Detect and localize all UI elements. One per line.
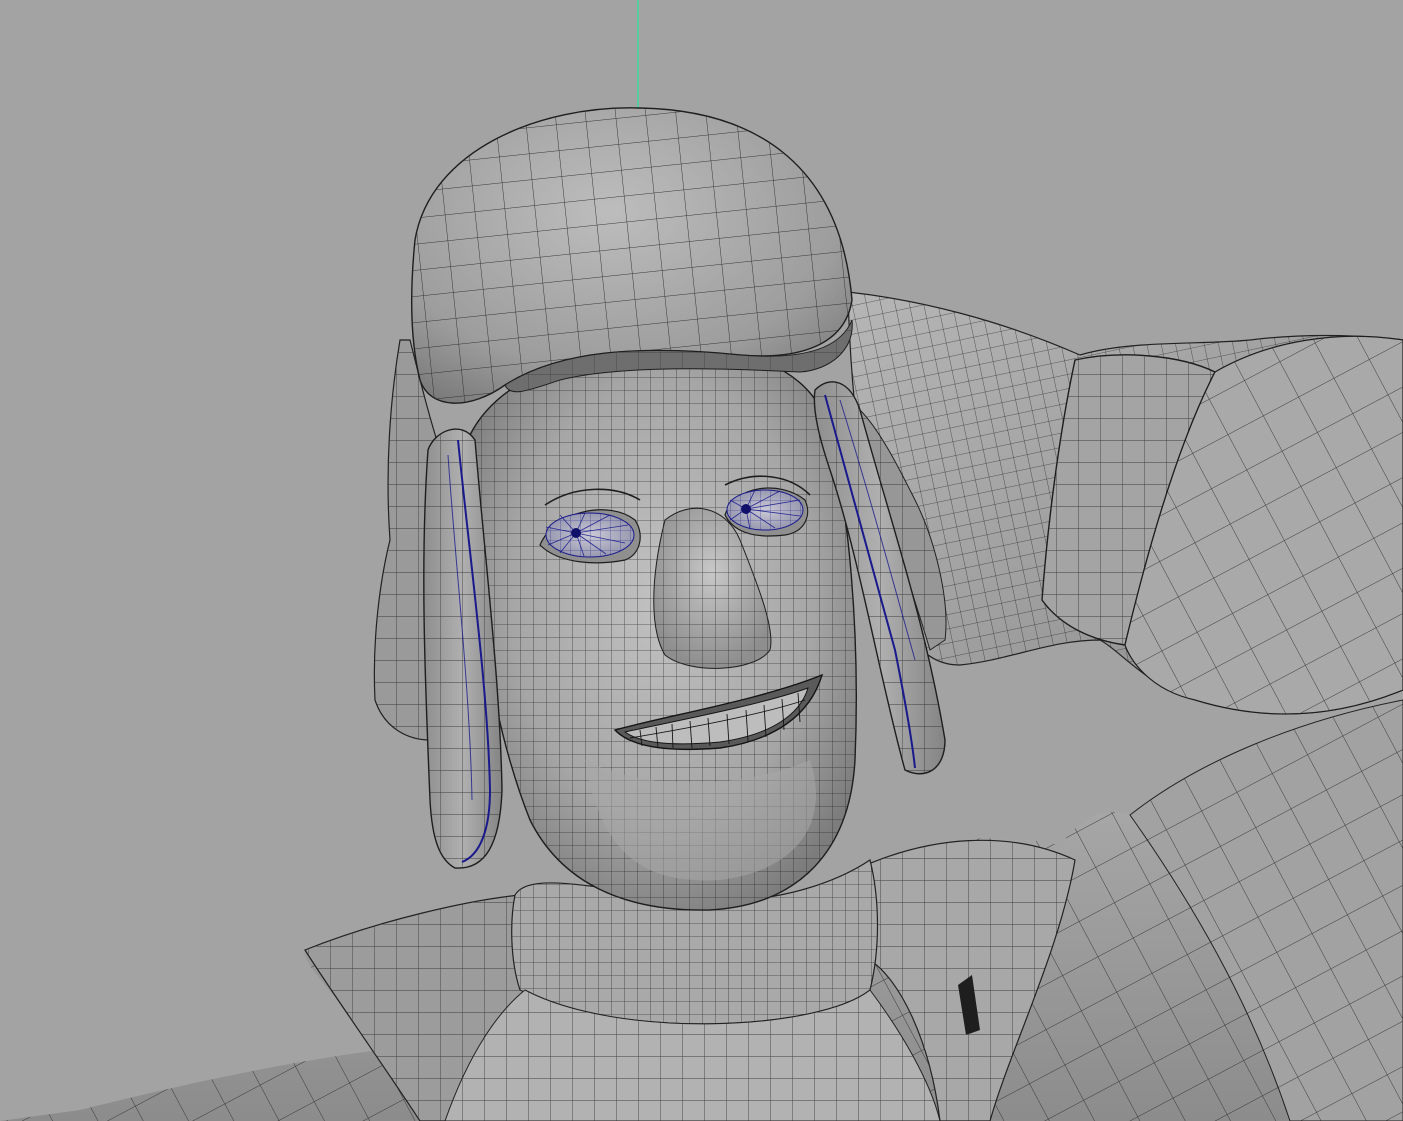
scene-canvas[interactable] bbox=[0, 0, 1403, 1121]
eye-left[interactable] bbox=[545, 512, 635, 558]
pupil-right bbox=[741, 504, 751, 514]
eye-right[interactable] bbox=[726, 489, 804, 531]
maya-3d-viewport[interactable] bbox=[0, 0, 1403, 1121]
pupil-left bbox=[571, 528, 581, 538]
